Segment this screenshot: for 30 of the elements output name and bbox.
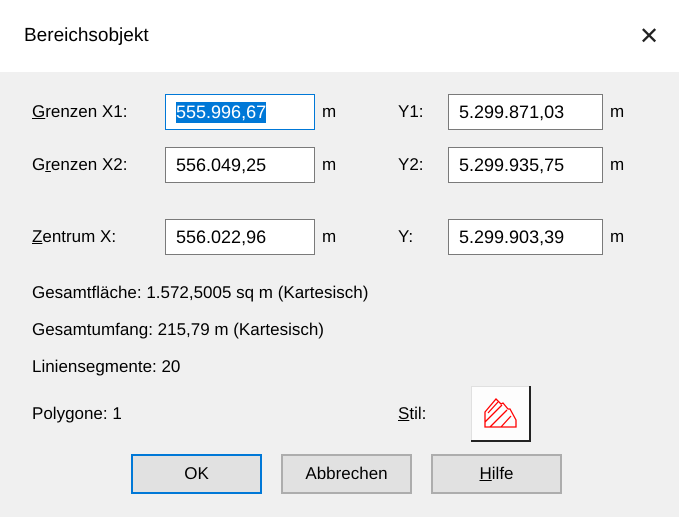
style-button[interactable] bbox=[471, 386, 531, 442]
field-label: Zentrum X: bbox=[32, 227, 116, 247]
input-field[interactable]: 556.022,96 bbox=[165, 219, 315, 255]
field-label: Grenzen X2: bbox=[32, 155, 128, 175]
unit-label: m bbox=[609, 227, 624, 247]
input-field[interactable]: 5.299.935,75 bbox=[448, 147, 603, 183]
input-field[interactable]: 555.996,67 bbox=[165, 94, 315, 130]
field-label: Y2: bbox=[398, 155, 424, 175]
style-label: Stil: bbox=[398, 404, 428, 424]
dialog-button[interactable]: OK bbox=[131, 454, 262, 494]
info-text: Liniensegmente: 20 bbox=[32, 357, 182, 377]
field-label: Y: bbox=[398, 227, 414, 247]
info-text: Gesamtumfang: 215,79 m (Kartesisch) bbox=[32, 320, 325, 340]
close-button[interactable]: ✕ bbox=[629, 16, 669, 56]
unit-label: m bbox=[321, 227, 336, 247]
unit-label: m bbox=[609, 102, 624, 122]
info-text: Gesamtfläche: 1.572,5005 sq m (Kartesisch) bbox=[32, 283, 370, 303]
window-title: Bereichsobjekt bbox=[24, 25, 149, 47]
input-field[interactable]: 556.049,25 bbox=[165, 147, 315, 183]
input-field[interactable]: 5.299.903,39 bbox=[448, 219, 603, 255]
field-label: Grenzen X1: bbox=[32, 102, 128, 122]
unit-label: m bbox=[321, 102, 336, 122]
unit-label: m bbox=[321, 155, 336, 175]
hatched-polygon-icon bbox=[482, 396, 518, 430]
field-label: Y1: bbox=[398, 102, 424, 122]
dialog-button[interactable]: Hilfe bbox=[431, 454, 562, 494]
input-field[interactable]: 5.299.871,03 bbox=[448, 94, 603, 130]
dialog-button[interactable]: Abbrechen bbox=[281, 454, 412, 494]
unit-label: m bbox=[609, 155, 624, 175]
info-text: Polygone: 1 bbox=[32, 404, 123, 424]
